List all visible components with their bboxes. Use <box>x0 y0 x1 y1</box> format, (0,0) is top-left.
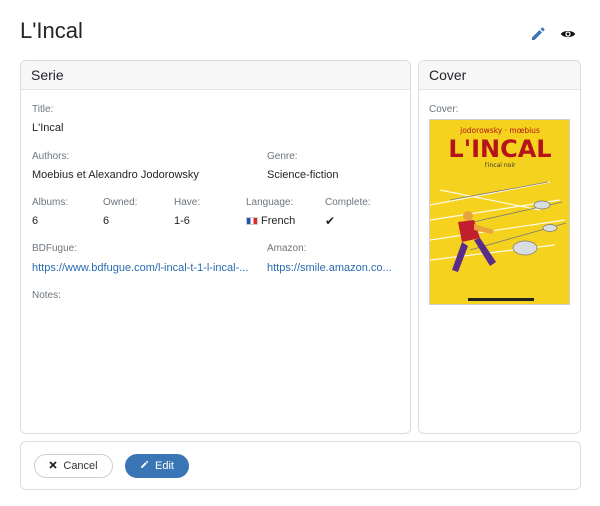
albums-label: Albums: <box>32 197 69 208</box>
french-flag-icon <box>246 217 258 225</box>
pencil-icon[interactable] <box>530 26 546 42</box>
amazon-link[interactable]: https://smile.amazon.co... <box>267 262 400 274</box>
edit-button[interactable]: Edit <box>125 454 189 478</box>
have-label: Have: <box>174 197 201 208</box>
genre-label: Genre: <box>267 151 298 162</box>
serie-card: Serie Title: L'Incal Authors: Moebius et… <box>20 60 411 434</box>
top-actions <box>530 26 576 42</box>
notes-label: Notes: <box>32 290 61 301</box>
cancel-button[interactable]: Cancel <box>34 454 113 478</box>
eye-icon[interactable] <box>560 26 576 42</box>
cover-image: jodorowsky · mœbius L'INCAL l'incal noir <box>429 119 570 305</box>
cover-card: Cover Cover: jodorowsky · mœbius L'INCAL… <box>418 60 581 434</box>
cover-authors-text: jodorowsky · mœbius <box>459 126 540 135</box>
title-value: L'Incal <box>32 122 64 134</box>
serie-card-header: Serie <box>21 61 410 90</box>
title-label: Title: <box>32 104 54 115</box>
genre-value: Science-fiction <box>267 169 339 181</box>
cover-label: Cover: <box>429 104 459 115</box>
albums-value: 6 <box>32 215 39 227</box>
cover-title-text: L'INCAL <box>448 135 551 163</box>
footer-card: Cancel Edit <box>20 441 581 490</box>
language-value: French <box>246 215 295 227</box>
language-text: French <box>261 215 296 227</box>
amazon-label: Amazon: <box>267 243 307 254</box>
complete-label: Complete: <box>325 197 371 208</box>
owned-value: 6 <box>103 215 110 227</box>
edit-label: Edit <box>155 460 174 472</box>
pencil-icon <box>140 460 149 472</box>
cancel-label: Cancel <box>63 460 98 472</box>
cover-card-header: Cover <box>419 61 580 90</box>
cover-subtitle-text: l'incal noir <box>485 162 516 169</box>
have-value: 1-6 <box>174 215 190 227</box>
owned-label: Owned: <box>103 197 138 208</box>
bdfugue-label: BDFugue: <box>32 243 78 254</box>
authors-value: Moebius et Alexandro Jodorowsky <box>32 169 199 181</box>
close-icon <box>49 460 58 472</box>
page-title: L'Incal <box>20 18 83 43</box>
check-icon: ✔ <box>325 214 336 228</box>
authors-label: Authors: <box>32 151 70 162</box>
language-label: Language: <box>246 197 294 208</box>
bdfugue-link[interactable]: https://www.bdfugue.com/l-incal-t-1-l-in… <box>32 262 257 274</box>
